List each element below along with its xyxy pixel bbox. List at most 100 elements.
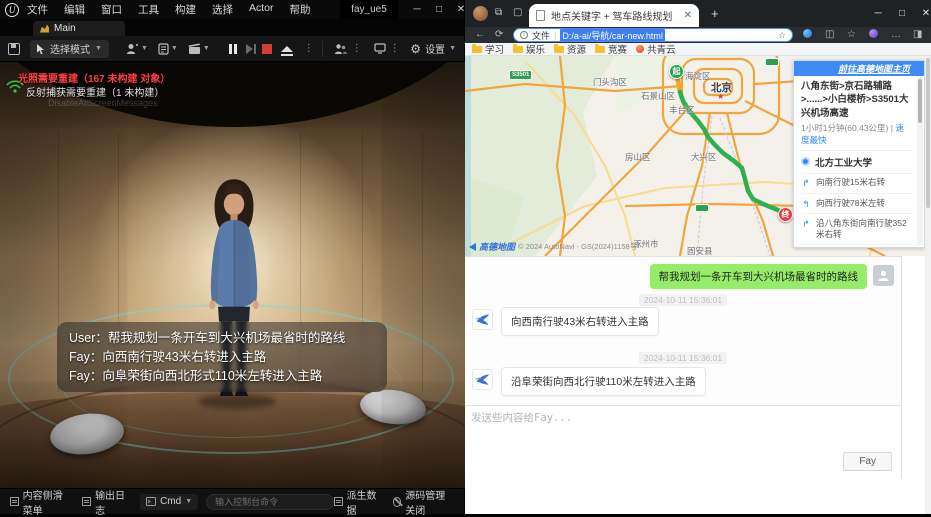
output-log-button[interactable]: 输出日志 <box>82 487 128 517</box>
browser-tab[interactable]: 地点关键字 + 驾车路线规划 ✕ <box>529 4 699 27</box>
refresh-icon[interactable]: ⟳ <box>495 29 503 40</box>
ue-viewport[interactable]: 光照需要重建（167 未构建 对象） 反射捕获需要重建（1 未构建） Disab… <box>0 62 465 488</box>
bookmarks-bar: 学习 娱乐 资源 竞赛 共青云 <box>465 43 931 56</box>
road-shield <box>765 58 779 66</box>
menu-tools[interactable]: 工具 <box>138 2 159 17</box>
menu-build[interactable]: 构建 <box>175 2 196 17</box>
address-url-selected[interactable]: D:/a-ai/导航/car-new.html <box>560 29 665 42</box>
chat-input-area: Fay <box>465 405 901 478</box>
turn-right-icon: ↱ <box>801 177 811 189</box>
frame-skip-icon[interactable] <box>246 44 253 54</box>
copilot-icon[interactable] <box>803 29 812 41</box>
menu-window[interactable]: 窗口 <box>101 2 122 17</box>
user-chat-bubble: 帮我规划一条开车到大兴机场最省时的路线 <box>650 264 868 289</box>
bookmark-folder-resources[interactable]: 资源 <box>554 42 586 56</box>
blueprints-button[interactable]: ▼ <box>158 43 178 55</box>
platforms-button[interactable]: ⋮ <box>374 43 402 54</box>
workspace-icon[interactable]: ▢ <box>513 7 522 18</box>
multi-user-button[interactable]: ⋮ <box>334 43 364 55</box>
address-scheme-label: 文件 <box>532 29 550 42</box>
bookmark-folder-entertainment[interactable]: 娱乐 <box>513 42 545 56</box>
more-options-icon[interactable]: ⋮ <box>352 43 362 54</box>
save-icon[interactable] <box>8 43 20 55</box>
gear-icon: ⚙ <box>410 42 421 56</box>
favorite-star-icon[interactable]: ☆ <box>778 30 786 41</box>
chat-message-input[interactable] <box>465 406 901 450</box>
sidebar-toggle-icon[interactable]: ◨ <box>913 29 922 40</box>
map-label-fangshan: 房山区 <box>625 151 651 163</box>
cmd-dropdown[interactable]: Cmd ▼ <box>140 494 198 510</box>
derived-data-button[interactable]: 派生数据 <box>334 487 379 517</box>
amap-home-link[interactable]: 前往高德地图主页 <box>838 62 910 75</box>
profile-avatar[interactable] <box>473 6 488 21</box>
panel-scrollbar-thumb[interactable] <box>918 79 922 123</box>
ue-tab-label: Main <box>54 23 76 34</box>
fay-bird-icon <box>475 312 491 328</box>
fay-bot-avatar <box>472 369 493 390</box>
tab-actions-icon[interactable]: ⧉ <box>495 7 502 18</box>
route-step[interactable]: ↱沿八角东街向南行驶352米右转 <box>801 213 912 244</box>
ue-main-level-tab[interactable]: Main <box>33 21 125 36</box>
settings-dropdown[interactable]: ⚙ 设置 ▼ <box>410 41 464 56</box>
browser-close-button[interactable]: ✕ <box>914 0 931 27</box>
browser-maximize-button[interactable]: □ <box>890 0 914 27</box>
ue-minimize-button[interactable]: ─ <box>406 0 428 19</box>
capital-star-icon: ★ <box>717 92 724 101</box>
browser-minimize-button[interactable]: ─ <box>866 0 890 27</box>
map-label-daxing: 大兴区 <box>691 151 717 163</box>
route-meta: 1小时1分钟(60.43公里) | 速度最快 <box>801 122 912 146</box>
bot-chat-bubble: 向西南行驶43米右转进入主路 <box>501 307 659 336</box>
folder-icon <box>554 46 564 53</box>
menu-file[interactable]: 文件 <box>27 2 48 17</box>
amap-map[interactable]: S3501 北京 ★ 海淀区 门头沟区 石景山区 丰台区 房山区 大兴区 涿州市… <box>465 56 931 256</box>
browser-essentials-icon[interactable] <box>869 29 878 41</box>
more-menu-icon[interactable]: … <box>891 29 901 40</box>
route-step[interactable]: ↶沿京石路辅路向西行驶723米左转调头 <box>801 244 912 248</box>
panel-scrollbar[interactable] <box>917 77 923 245</box>
menu-edit[interactable]: 编辑 <box>64 2 85 17</box>
route-end-marker[interactable]: 终 <box>778 207 793 222</box>
content-drawer-button[interactable]: 内容侧滑菜单 <box>10 487 72 517</box>
page-info-icon[interactable]: i <box>520 31 528 39</box>
start-point-icon <box>801 157 810 166</box>
more-options-icon[interactable]: ⋮ <box>390 43 400 54</box>
pause-icon[interactable] <box>229 44 237 54</box>
favorites-bar-icon[interactable]: ☆ <box>847 29 856 40</box>
clapperboard-icon <box>188 43 201 55</box>
page-scrollbar-thumb[interactable] <box>926 58 930 208</box>
select-mode-dropdown[interactable]: 选择模式 ▼ <box>30 40 109 58</box>
ue-maximize-button[interactable]: □ <box>428 0 450 19</box>
back-icon[interactable]: ← <box>475 29 485 40</box>
bookmark-folder-study[interactable]: 学习 <box>472 42 504 56</box>
eject-icon[interactable] <box>281 46 293 52</box>
menu-select[interactable]: 选择 <box>212 2 233 17</box>
add-actor-button[interactable]: ▼ <box>126 43 148 55</box>
fay-send-button[interactable]: Fay <box>843 452 892 471</box>
route-step[interactable]: ↱向南行驶15米右转 <box>801 173 912 193</box>
menu-help[interactable]: 帮助 <box>290 2 311 17</box>
tab-close-icon[interactable]: ✕ <box>684 10 692 21</box>
map-label-guan: 固安县 <box>687 245 713 256</box>
stop-icon[interactable] <box>262 44 272 54</box>
turn-right-icon: ↱ <box>801 218 811 241</box>
address-bar[interactable]: i 文件 | D:/a-ai/导航/car-new.html ☆ <box>513 28 793 42</box>
turn-left-icon: ↰ <box>801 198 811 210</box>
split-screen-icon[interactable]: ◫ <box>825 29 834 40</box>
amap-logo-text: 高德地图 <box>479 240 515 253</box>
bookmark-gongqingyun[interactable]: 共青云 <box>636 42 676 56</box>
route-step[interactable]: ↰向西行驶78米左转 <box>801 193 912 213</box>
play-options-icon[interactable]: ⋮ <box>304 43 314 54</box>
console-command-input[interactable] <box>206 494 334 510</box>
menu-actor[interactable]: Actor <box>249 2 274 17</box>
browser-titlebar: ⧉ ▢ 地点关键字 + 驾车路线规划 ✕ + ─ □ ✕ <box>465 0 931 27</box>
amap-attribution: 高德地图 © 2024 AutoNavi - GS(2024)1158号 <box>469 240 637 253</box>
bookmark-folder-contest[interactable]: 竞赛 <box>595 42 627 56</box>
map-label-mentougou: 门头沟区 <box>593 76 627 88</box>
route-start-marker[interactable]: 起 <box>669 64 684 79</box>
page-scrollbar[interactable] <box>925 56 931 514</box>
new-tab-button[interactable]: + <box>711 6 719 21</box>
route-start-row[interactable]: 北方工业大学 <box>801 150 912 173</box>
cinematics-button[interactable]: ▼ <box>188 43 210 55</box>
subtitle-line-user: User：帮我规划一条开车到大兴机场最省时的路线 <box>69 329 375 348</box>
source-control-button[interactable]: 源码管理关闭 <box>393 487 454 517</box>
